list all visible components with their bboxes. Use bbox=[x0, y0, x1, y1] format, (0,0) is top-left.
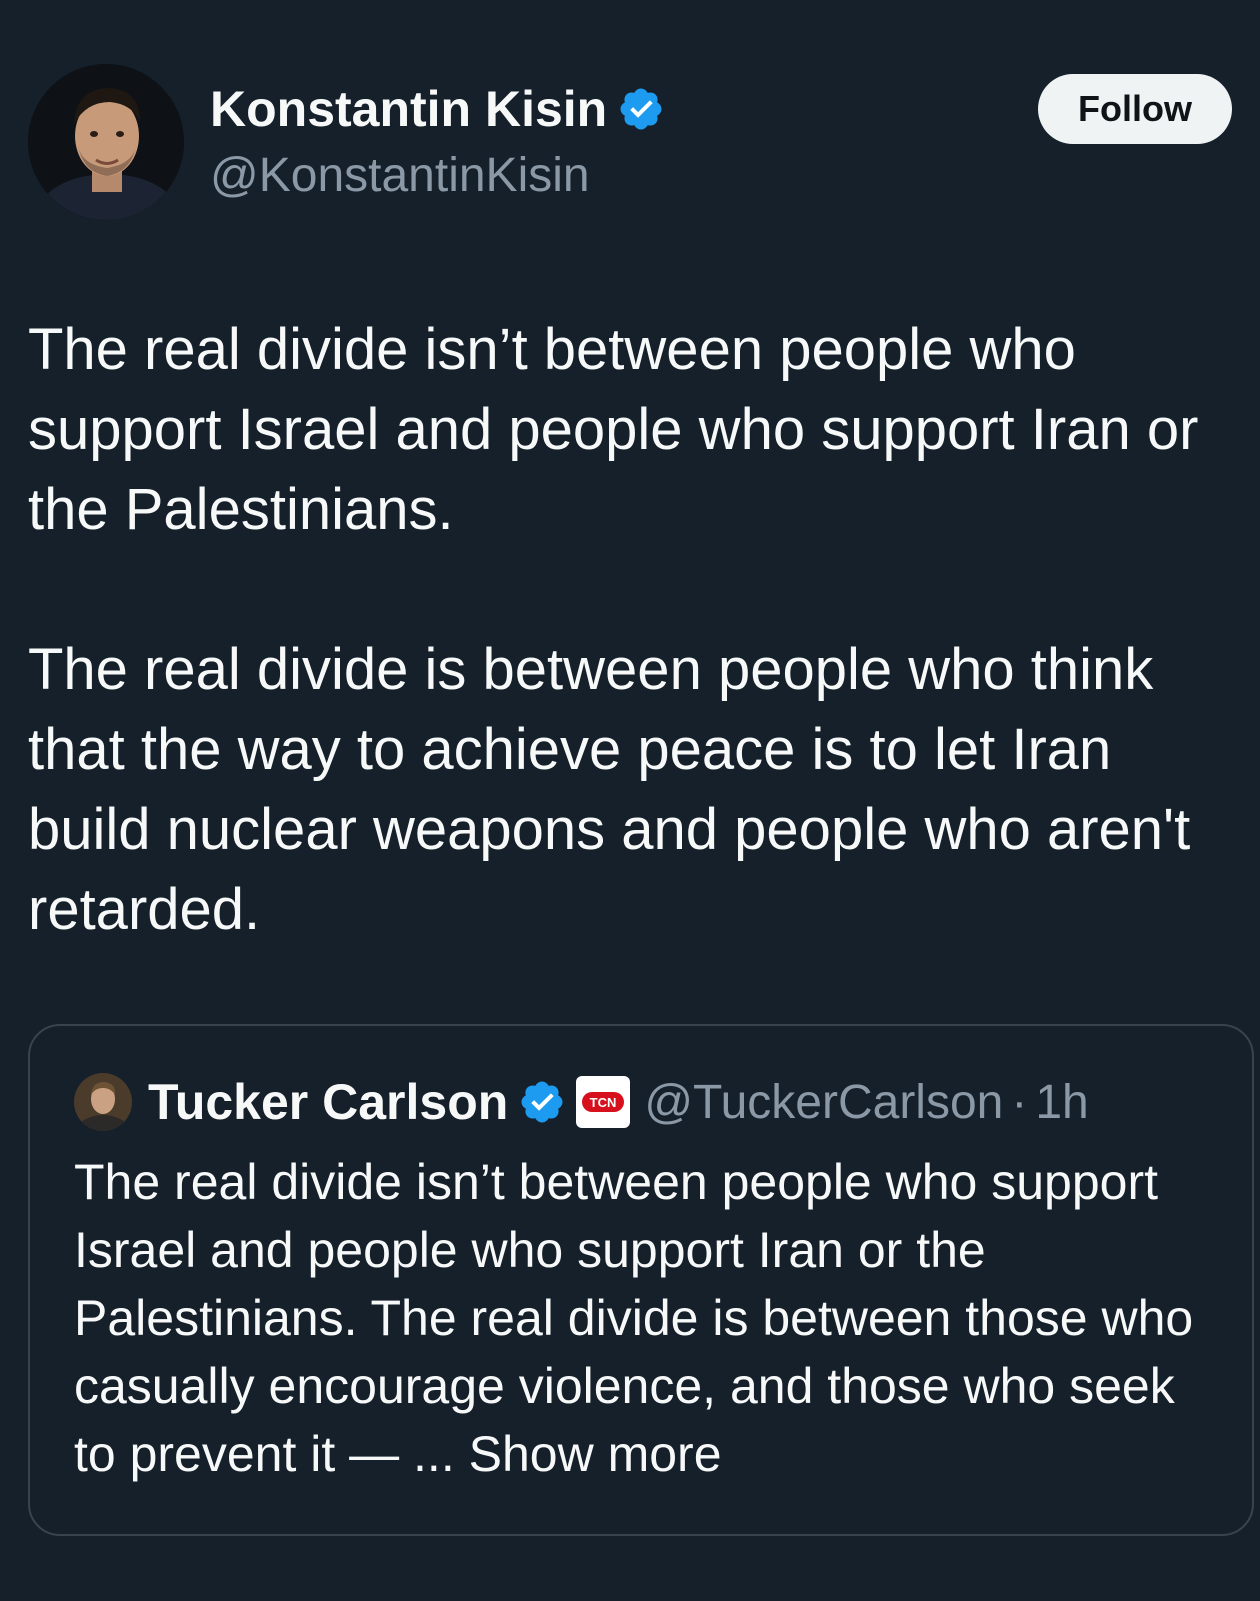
quoted-author-name[interactable]: Tucker Carlson bbox=[148, 1073, 508, 1131]
quoted-author-handle[interactable]: @TuckerCarlson bbox=[644, 1075, 1003, 1130]
quoted-tweet-header: Tucker Carlson TCN @TuckerCarlson · 1h bbox=[74, 1070, 1089, 1134]
author-avatar[interactable] bbox=[28, 64, 184, 220]
tcn-logo-text: TCN bbox=[590, 1095, 617, 1110]
tweet-paragraph: The real divide isn’t between people who… bbox=[28, 317, 1199, 542]
quoted-tweet-card[interactable]: Tucker Carlson TCN @TuckerCarlson · 1h T… bbox=[28, 1024, 1254, 1536]
avatar-photo bbox=[28, 64, 184, 220]
quoted-author-avatar[interactable] bbox=[74, 1073, 132, 1131]
tcn-logo-icon[interactable]: TCN bbox=[576, 1076, 631, 1128]
tcn-logo-graphic: TCN bbox=[582, 1092, 625, 1112]
tweet-paragraph: The real divide is between people who th… bbox=[28, 637, 1191, 942]
tweet-header: Konstantin Kisin @KonstantinKisin Follow bbox=[0, 0, 1260, 240]
verified-badge-icon bbox=[620, 88, 662, 130]
tweet-text: The real divide isn’t between people who… bbox=[28, 310, 1243, 950]
author-handle[interactable]: @KonstantinKisin bbox=[210, 148, 590, 203]
quoted-avatar-photo bbox=[74, 1073, 132, 1131]
author-name-row[interactable]: Konstantin Kisin bbox=[210, 80, 665, 138]
author-name[interactable]: Konstantin Kisin bbox=[210, 80, 607, 138]
follow-button[interactable]: Follow bbox=[1038, 74, 1232, 144]
verified-badge-icon bbox=[521, 1081, 563, 1123]
quoted-tweet-text: The real divide isn’t between people who… bbox=[74, 1148, 1194, 1488]
quoted-tweet-time[interactable]: 1h bbox=[1035, 1075, 1088, 1130]
show-more-link[interactable]: Show more bbox=[469, 1426, 722, 1482]
separator-dot: · bbox=[1011, 1075, 1028, 1129]
